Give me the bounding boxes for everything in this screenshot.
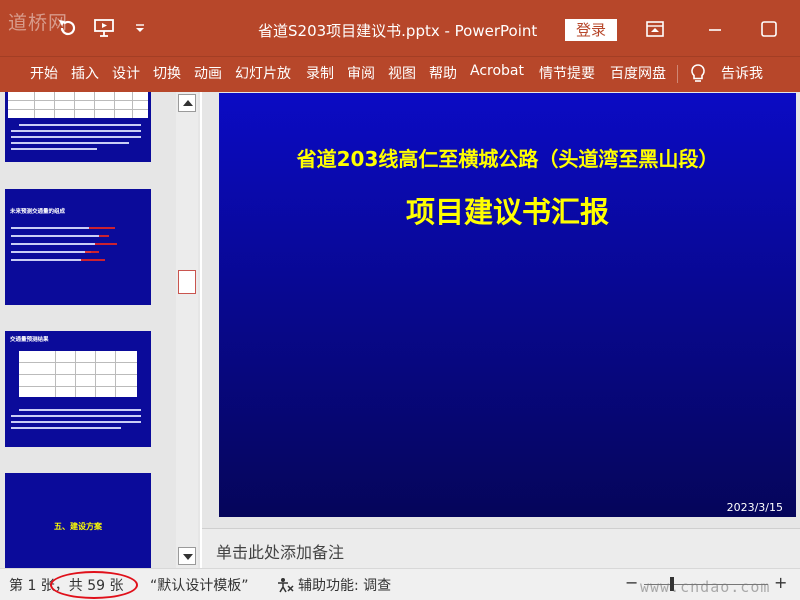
tab-transitions[interactable]: 切换 <box>153 63 181 83</box>
undo-icon[interactable] <box>56 16 80 40</box>
tab-acrobat[interactable]: Acrobat <box>470 63 524 79</box>
tab-storyboarding[interactable]: 情节提要 <box>539 63 595 83</box>
lightbulb-icon[interactable] <box>688 62 708 86</box>
title-bar: 道桥网 省道S203项目建议书.pptx - PowerPoint 登录 <box>0 0 800 56</box>
accessibility-status[interactable]: 辅助功能: 调查 <box>298 575 391 595</box>
highlight-ellipse <box>50 571 138 599</box>
theme-name: “默认设计模板” <box>150 578 249 594</box>
slide-subtitle[interactable]: 省道203线高仁至横城公路（头道湾至黑山段） <box>219 143 796 172</box>
tab-design[interactable]: 设计 <box>112 63 140 83</box>
tab-insert[interactable]: 插入 <box>71 63 99 83</box>
tab-record[interactable]: 录制 <box>306 63 334 83</box>
slide-thumbnail[interactable]: 未来预测交通量的组成 <box>5 189 151 305</box>
ribbon-tabs: 开始 插入 设计 切换 动画 幻灯片放 录制 审阅 视图 帮助 Acrobat … <box>0 56 800 92</box>
chevron-down-icon <box>183 554 193 560</box>
current-slide[interactable]: 省道203线高仁至横城公路（头道湾至黑山段） 项目建议书汇报 2023/3/15 <box>219 93 796 517</box>
tab-animations[interactable]: 动画 <box>194 63 222 83</box>
thumbnail-title: 五、建设方案 <box>54 522 102 531</box>
thumbnail-table <box>19 351 137 397</box>
slide-thumbnail[interactable]: 五、建设方案 <box>5 473 151 568</box>
ribbon-display-options-icon[interactable] <box>645 20 665 38</box>
tab-review[interactable]: 审阅 <box>347 63 375 83</box>
tab-home[interactable]: 开始 <box>30 63 58 83</box>
site-watermark: www.cndao.com <box>640 578 771 596</box>
notes-pane[interactable]: 单击此处添加备注 <box>202 528 800 568</box>
slide-thumbnails-pane: 未来预测交通量的组成 交通量预测结果 五、建设方案 <box>0 92 200 568</box>
tab-slide-show[interactable]: 幻灯片放 <box>235 63 291 83</box>
thumbnail-title: 未来预测交通量的组成 <box>10 209 66 215</box>
scroll-up-button[interactable] <box>178 94 196 112</box>
minimize-icon[interactable] <box>705 20 725 38</box>
tab-baidu-netdisk[interactable]: 百度网盘 <box>610 63 666 83</box>
scroll-thumb[interactable] <box>178 270 196 294</box>
notes-placeholder[interactable]: 单击此处添加备注 <box>216 539 344 563</box>
ribbon-divider <box>677 65 678 83</box>
zoom-in-button[interactable]: + <box>774 573 787 592</box>
slide-title[interactable]: 项目建议书汇报 <box>219 189 796 231</box>
scroll-down-button[interactable] <box>178 547 196 565</box>
tell-me-search[interactable]: 告诉我 <box>721 63 763 83</box>
thumbnails-scrollbar[interactable] <box>176 92 198 568</box>
slide-date: 2023/3/15 <box>726 501 783 514</box>
document-title: 省道S203项目建议书.pptx - PowerPoint <box>258 22 538 40</box>
slide-thumbnail[interactable]: 交通量预测结果 <box>5 331 151 447</box>
thumbnail-table <box>8 92 148 118</box>
tab-help[interactable]: 帮助 <box>429 63 457 83</box>
login-button[interactable]: 登录 <box>565 19 617 41</box>
chevron-up-icon <box>183 100 193 106</box>
accessibility-icon[interactable] <box>275 576 295 594</box>
customize-qat-icon[interactable] <box>128 16 152 40</box>
zoom-out-button[interactable]: − <box>625 573 638 592</box>
slideshow-from-start-icon[interactable] <box>92 16 116 40</box>
maximize-icon[interactable] <box>759 20 779 38</box>
tab-view[interactable]: 视图 <box>388 63 416 83</box>
slide-thumbnail[interactable] <box>5 92 151 162</box>
thumbnail-title: 交通量预测结果 <box>10 337 49 343</box>
